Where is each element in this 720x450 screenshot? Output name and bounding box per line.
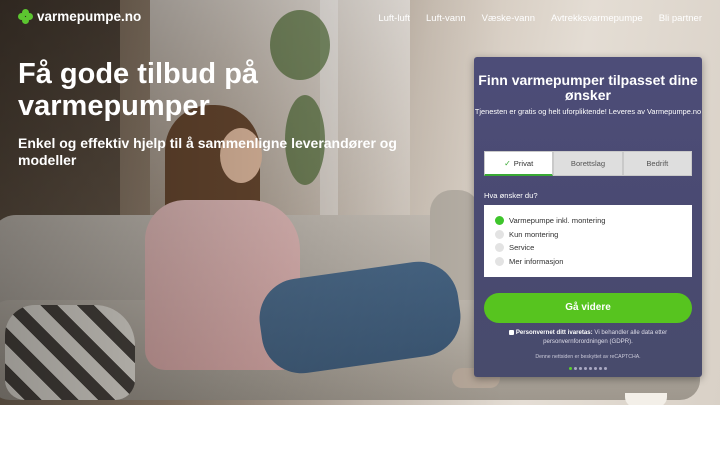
tab-borettslag[interactable]: Borettslag [553,151,623,176]
radio-icon[interactable] [495,229,504,239]
privacy-strong: Personvernet ditt ivaretas: [515,329,593,336]
progress-dot [594,367,597,370]
tab-privat[interactable]: ✓ Privat [484,151,554,176]
form-title: Finn varmepumper tilpasset dine ønsker [478,72,698,103]
nav-link-luft-luft[interactable]: Luft-luft [378,13,410,24]
progress-dot [589,367,592,370]
tab-label: Privat [513,158,534,168]
customer-type-tabs: ✓ Privat Borettslag Bedrift [484,151,692,176]
option-varmepumpe-inkl-montering[interactable]: Varmepumpe inkl. montering [495,214,692,228]
progress-dot [604,367,607,370]
progress-dot [579,367,582,370]
check-icon: ✓ [504,158,511,168]
nav-link-bli-partner[interactable]: Bli partner [659,13,702,24]
progress-dot [574,367,577,370]
option-kun-montering[interactable]: Kun montering [495,228,692,242]
nav-link-luft-vann[interactable]: Luft-vann [426,13,466,24]
option-mer-informasjon[interactable]: Mer informasjon [495,255,692,269]
main-nav: Luft-luft Luft-vann Væske-vann Avtrekksv… [378,13,702,24]
option-label: Kun montering [509,229,559,239]
tab-label: Borettslag [570,159,606,168]
radio-icon[interactable] [495,243,504,253]
continue-button[interactable]: Gå videre [484,293,692,323]
progress-dots [569,367,607,370]
radio-icon[interactable] [495,256,504,266]
hero-title: Få gode tilbud på varmepumper [18,58,259,122]
privacy-notice: Personvernet ditt ivaretas: Vi behandler… [488,329,688,346]
radio-selected-icon[interactable] [495,216,504,226]
lock-icon [508,329,514,335]
option-label: Varmepumpe inkl. montering [509,216,606,226]
option-service[interactable]: Service [495,241,692,255]
option-label: Service [509,243,535,253]
progress-dot [584,367,587,370]
tab-label: Bedrift [646,159,669,168]
option-label: Mer informasjon [509,256,564,266]
form-subtitle: Tjenesten er gratis og helt uforpliktend… [474,107,702,116]
clover-logo-icon [18,9,33,24]
logo-text: varmepumpe.no [37,9,142,24]
site-logo[interactable]: varmepumpe.no [18,9,141,24]
progress-dot [599,367,602,370]
tab-bedrift[interactable]: Bedrift [622,151,692,176]
nav-link-avtrekksvarmepumpe[interactable]: Avtrekksvarmepumpe [551,13,643,24]
options-list: Varmepumpe inkl. montering Kun montering… [484,205,692,277]
quote-form-card: Finn varmepumper tilpasset dine ønsker T… [474,57,702,377]
nav-link-vaeske-vann[interactable]: Væske-vann [482,13,535,24]
recaptcha-notice: Denne nettsiden er beskyttet av reCAPTCH… [535,354,641,360]
form-question: Hva ønsker du? [484,191,538,200]
hero-subtitle: Enkel og effektiv hjelp til å sammenlign… [18,135,397,168]
progress-dot [569,367,572,370]
